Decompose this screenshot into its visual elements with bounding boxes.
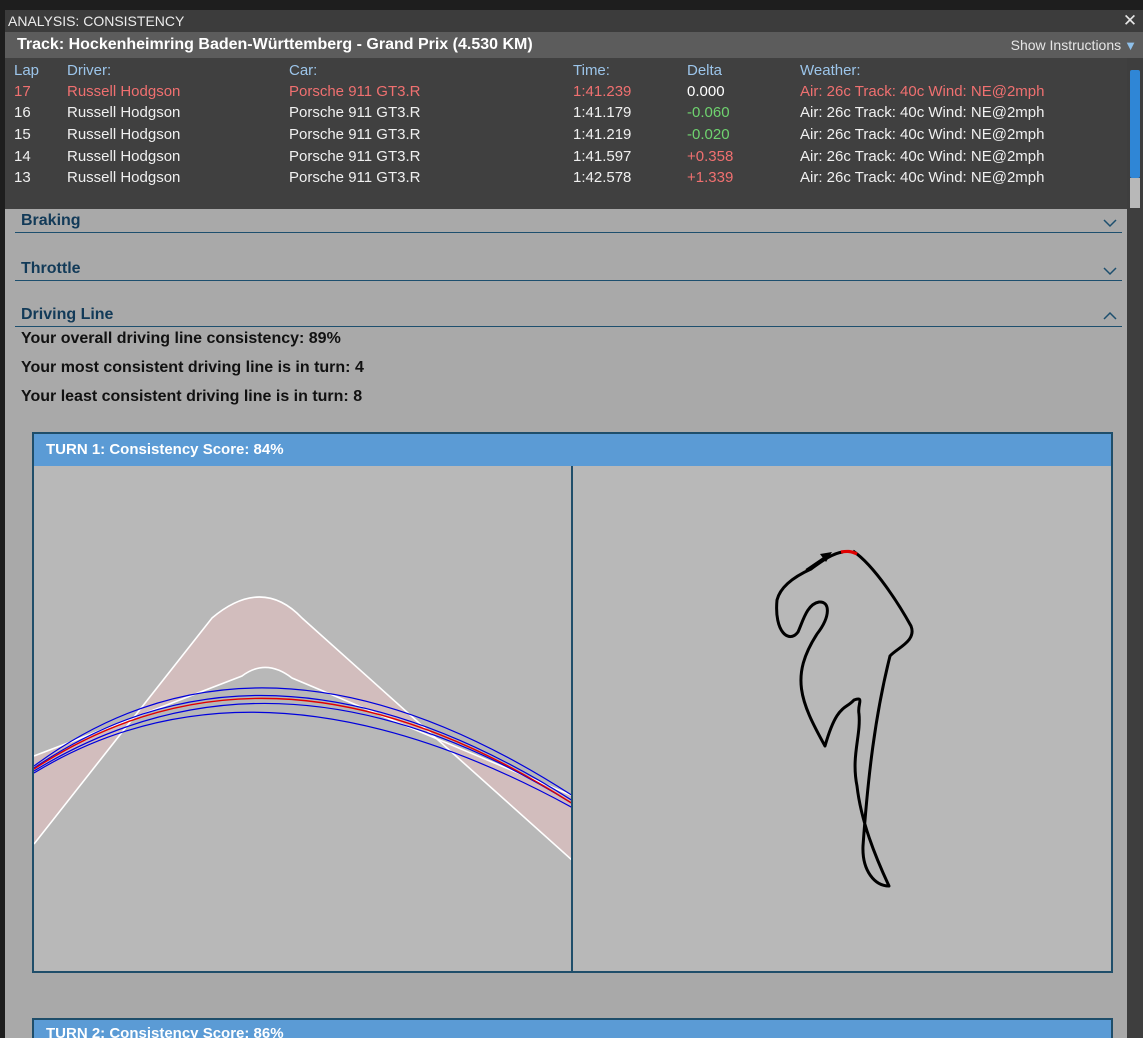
track-corridor xyxy=(34,597,571,860)
section-throttle-title: Throttle xyxy=(21,260,81,277)
lap-delta: 0.000 xyxy=(687,83,725,100)
track-bar: Track: Hockenheimring Baden-Württemberg … xyxy=(5,32,1143,58)
lap-time: 1:41.239 xyxy=(573,83,632,100)
track-title: Track: Hockenheimring Baden-Württemberg … xyxy=(17,36,533,53)
section-driving-line[interactable]: Driving Line xyxy=(15,303,1122,327)
turn-1-line-plot xyxy=(34,466,573,971)
lap-driver: Russell Hodgson xyxy=(67,148,181,165)
lap-delta: +1.339 xyxy=(687,169,734,186)
turn-2-panel: TURN 2: Consistency Score: 86% xyxy=(32,1018,1113,1038)
lap-car: Porsche 911 GT3.R xyxy=(289,104,421,121)
lap-weather: Air: 26c Track: 40c Wind: NE@2mph xyxy=(800,169,1045,186)
turn-1-header: TURN 1: Consistency Score: 84% xyxy=(34,434,1111,466)
lap-number: 14 xyxy=(14,148,31,165)
scrollbar-thumb[interactable] xyxy=(1130,70,1140,178)
lap-driver: Russell Hodgson xyxy=(67,104,181,121)
lap-weather: Air: 26c Track: 40c Wind: NE@2mph xyxy=(800,104,1045,121)
triangle-down-icon: ▼ xyxy=(1124,38,1137,53)
lap-car: Porsche 911 GT3.R xyxy=(289,169,421,186)
lap-delta: -0.020 xyxy=(687,126,730,143)
lap-driver: Russell Hodgson xyxy=(67,126,181,143)
table-row[interactable]: 14 Russell Hodgson Porsche 911 GT3.R 1:4… xyxy=(5,146,1127,167)
turn-1-panel: TURN 1: Consistency Score: 84% xyxy=(32,432,1113,973)
lap-car: Porsche 911 GT3.R xyxy=(289,148,421,165)
lap-time: 1:42.578 xyxy=(573,169,632,186)
laps-table-header: Lap Driver: Car: Time: Delta Weather: xyxy=(5,60,1127,81)
lap-delta: +0.358 xyxy=(687,148,734,165)
header-delta: Delta xyxy=(687,62,723,79)
lap-time: 1:41.597 xyxy=(573,148,632,165)
table-row[interactable]: 13 Russell Hodgson Porsche 911 GT3.R 1:4… xyxy=(5,167,1127,188)
chevron-up-icon xyxy=(1103,311,1117,320)
chevron-down-icon xyxy=(1103,267,1117,276)
lap-weather: Air: 26c Track: 40c Wind: NE@2mph xyxy=(800,126,1045,143)
laps-table: Lap Driver: Car: Time: Delta Weather: 17… xyxy=(5,58,1127,209)
lap-time: 1:41.219 xyxy=(573,126,632,143)
turn-2-header: TURN 2: Consistency Score: 86% xyxy=(46,1025,284,1038)
chevron-down-icon xyxy=(1103,219,1117,228)
show-instructions-label: Show Instructions xyxy=(1010,37,1122,53)
lap-number: 13 xyxy=(14,169,31,186)
lap-car: Porsche 911 GT3.R xyxy=(289,83,421,100)
show-instructions-button[interactable]: Show Instructions ▼ xyxy=(1011,32,1137,59)
header-driver: Driver: xyxy=(67,62,112,79)
table-row[interactable]: 15 Russell Hodgson Porsche 911 GT3.R 1:4… xyxy=(5,124,1127,145)
header-time: Time: xyxy=(573,62,610,79)
lap-number: 16 xyxy=(14,104,31,121)
track-outline xyxy=(775,549,914,888)
lap-time: 1:41.179 xyxy=(573,104,632,121)
turn-1-track-map xyxy=(575,466,1111,971)
lap-weather: Air: 26c Track: 40c Wind: NE@2mph xyxy=(800,83,1045,100)
lap-delta: -0.060 xyxy=(687,104,730,121)
header-car: Car: xyxy=(289,62,318,79)
driving-line-svg xyxy=(34,596,571,861)
table-row[interactable]: 17 Russell Hodgson Porsche 911 GT3.R 1:4… xyxy=(5,81,1127,102)
scrollbar-track-marker xyxy=(1130,178,1140,208)
section-braking[interactable]: Braking xyxy=(15,209,1122,233)
lap-number: 17 xyxy=(14,83,31,100)
track-map-svg xyxy=(775,549,914,888)
vertical-scrollbar[interactable] xyxy=(1127,58,1143,1038)
analysis-window: ANALYSIS: CONSISTENCY ✕ Track: Hockenhei… xyxy=(5,10,1143,1038)
table-row[interactable]: 16 Russell Hodgson Porsche 911 GT3.R 1:4… xyxy=(5,102,1127,123)
title-bar: ANALYSIS: CONSISTENCY ✕ xyxy=(5,10,1143,32)
arrow-icon xyxy=(805,552,832,571)
lap-number: 15 xyxy=(14,126,31,143)
section-braking-title: Braking xyxy=(21,212,81,229)
lap-driver: Russell Hodgson xyxy=(67,83,181,100)
lap-driver: Russell Hodgson xyxy=(67,169,181,186)
header-lap: Lap xyxy=(14,62,40,79)
least-consistent-turn: Your least consistent driving line is in… xyxy=(21,388,363,405)
lap-weather: Air: 26c Track: 40c Wind: NE@2mph xyxy=(800,148,1045,165)
close-icon[interactable]: ✕ xyxy=(1121,10,1139,32)
window-title: ANALYSIS: CONSISTENCY xyxy=(8,13,185,29)
section-driving-line-title: Driving Line xyxy=(21,306,114,323)
lap-car: Porsche 911 GT3.R xyxy=(289,126,421,143)
header-weather: Weather: xyxy=(800,62,861,79)
section-throttle[interactable]: Throttle xyxy=(15,257,1122,281)
overall-consistency: Your overall driving line consistency: 8… xyxy=(21,330,341,347)
most-consistent-turn: Your most consistent driving line is in … xyxy=(21,359,364,376)
turn-highlight xyxy=(840,549,858,556)
